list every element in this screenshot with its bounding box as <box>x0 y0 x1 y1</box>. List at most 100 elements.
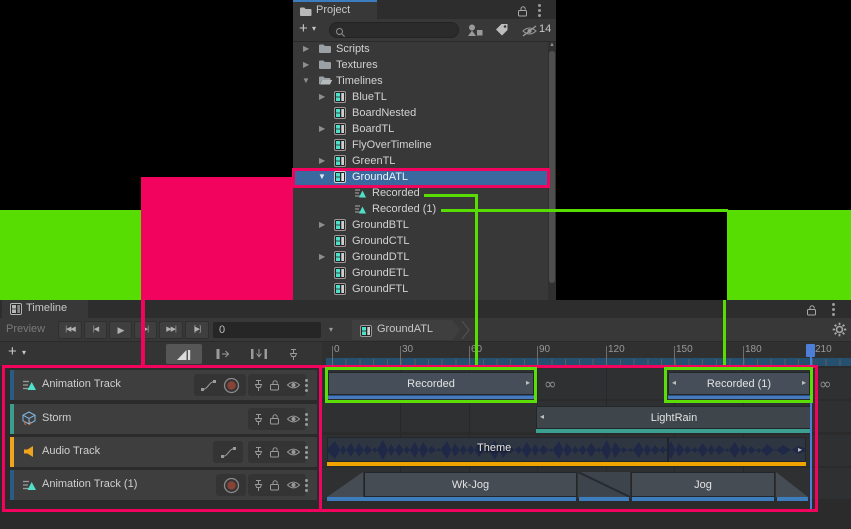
ruler-label-90: 90 <box>539 344 550 355</box>
scrollbar-thumb[interactable] <box>549 51 555 283</box>
ruler-major-tick <box>400 346 401 365</box>
frame-number-field[interactable]: 0 <box>213 322 321 338</box>
tree-item-label: BoardNested <box>352 105 416 121</box>
ripple-mode-button[interactable] <box>208 344 238 364</box>
add-track-button[interactable]: + <box>8 343 17 360</box>
gear-icon[interactable] <box>832 322 847 342</box>
kebab-menu-icon[interactable] <box>832 303 835 306</box>
hidden-count-eye-icon[interactable] <box>521 24 538 42</box>
tree-item-groundftl[interactable]: GroundFTL <box>293 281 548 297</box>
tree-item-label: FlyOverTimeline <box>352 137 432 153</box>
tree-item-label: Recorded (1) <box>372 201 436 217</box>
hidden-count-value: 14 <box>539 23 551 35</box>
ruler-major-tick <box>332 346 333 365</box>
tree-item-label: Textures <box>336 57 378 73</box>
next-frame-button[interactable]: ▶| <box>134 321 157 339</box>
chevron-right-icon[interactable]: ▶ <box>303 57 309 73</box>
tree-item-bluetl[interactable]: ▶ BlueTL <box>293 89 548 105</box>
timeline-asset-icon <box>360 324 372 342</box>
play-range-button[interactable]: [▶] <box>185 321 209 339</box>
timeline-asset-icon <box>334 283 346 300</box>
skip-to-start-button[interactable]: |◀◀ <box>58 321 82 339</box>
ruler-major-tick <box>674 346 675 365</box>
skip-to-end-button[interactable]: ▶▶| <box>159 321 183 339</box>
green-highlight-block-right <box>727 210 851 300</box>
tree-item-flyovertimeline[interactable]: FlyOverTimeline <box>293 137 548 153</box>
ruler-major-tick <box>537 346 538 365</box>
replace-mode-icon <box>250 348 268 360</box>
pink-highlight-block <box>141 177 293 300</box>
preview-toggle[interactable]: Preview <box>6 323 45 335</box>
chevron-right-icon[interactable]: ▶ <box>319 217 325 233</box>
ruler-label-150: 150 <box>676 344 693 355</box>
tree-item-groundbtl[interactable]: ▶GroundBTL <box>293 217 548 233</box>
mix-mode-icon <box>176 348 192 361</box>
ripple-mode-icon <box>215 348 231 360</box>
folder-icon <box>299 6 312 20</box>
tree-item-boardtl[interactable]: ▶BoardTL <box>293 121 548 137</box>
tree-item-label: BlueTL <box>352 89 387 105</box>
ruler-label-120: 120 <box>608 344 625 355</box>
breadcrumb[interactable]: GroundATL <box>352 320 460 340</box>
screenshot-root: Project + ▾ 14 <box>0 0 851 529</box>
tree-item-groundctl[interactable]: GroundCTL <box>293 233 548 249</box>
annotation-line-recorded1-h <box>441 209 728 212</box>
tab-timeline[interactable]: Timeline <box>2 300 88 318</box>
annotation-box-clip-recorded1 <box>664 367 813 403</box>
ruler-major-tick <box>469 346 470 365</box>
tree-item-label: GreenTL <box>352 153 395 169</box>
add-asset-dropdown-icon[interactable]: ▾ <box>312 24 316 33</box>
tree-item-label: GroundFTL <box>352 281 408 297</box>
tree-item-scripts[interactable]: ▶ Scripts <box>293 41 548 57</box>
chevron-right-icon[interactable]: ▶ <box>303 41 309 57</box>
annotation-box-clip-recorded <box>325 367 537 403</box>
project-toolbar: + ▾ 14 <box>293 19 556 42</box>
annotation-box-groundatl <box>292 168 550 188</box>
search-by-label-icon[interactable] <box>495 23 509 41</box>
chevron-right-icon[interactable]: ▶ <box>319 153 325 169</box>
ruler-major-tick <box>743 346 744 365</box>
add-asset-button[interactable]: + <box>299 20 308 37</box>
chevron-right-icon[interactable]: ▶ <box>319 89 325 105</box>
tab-timeline-label: Timeline <box>26 302 67 314</box>
tree-item-label: Timelines <box>336 73 383 89</box>
tree-item-timelines[interactable]: ▼ Timelines <box>293 73 548 89</box>
ruler-label-210: 210 <box>815 344 832 355</box>
annotation-divider-pink-v <box>319 365 322 512</box>
tab-project[interactable]: Project <box>293 0 377 19</box>
tree-item-greentl[interactable]: ▶ GreenTL <box>293 153 548 169</box>
breadcrumb-label: GroundATL <box>377 323 433 335</box>
tab-project-label: Project <box>316 4 350 16</box>
add-track-dropdown-icon[interactable]: ▾ <box>22 348 26 357</box>
search-input[interactable] <box>329 22 459 38</box>
green-highlight-block-left <box>0 210 141 300</box>
timeline-icon <box>10 303 22 318</box>
tree-item-textures[interactable]: ▶ Textures <box>293 57 548 73</box>
playhead-marker[interactable] <box>806 344 815 357</box>
search-by-type-icon[interactable] <box>467 23 484 42</box>
mix-mode-button[interactable] <box>166 344 202 364</box>
marker-pin-button[interactable] <box>280 344 306 364</box>
play-button[interactable]: ▶ <box>109 321 132 339</box>
pin-icon <box>288 348 299 361</box>
scrollbar-up-icon[interactable]: ▲ <box>549 42 555 48</box>
project-tab-bar: Project <box>293 0 556 19</box>
ruler-major-tick <box>606 346 607 365</box>
annotation-line-recorded-v <box>475 194 478 370</box>
tree-item-label: GroundDTL <box>352 249 409 265</box>
frame-field-dropdown-icon[interactable]: ▾ <box>329 325 333 334</box>
ruler-label-0: 0 <box>334 344 340 355</box>
ruler-label-30: 30 <box>402 344 413 355</box>
annotation-line-recorded1-v <box>723 300 726 370</box>
tree-item-boardnested[interactable]: BoardNested <box>293 105 548 121</box>
tree-item-label: Scripts <box>336 41 370 57</box>
chevron-right-icon[interactable]: ▶ <box>319 249 325 265</box>
chevron-down-icon[interactable]: ▼ <box>302 73 310 89</box>
replace-mode-button[interactable] <box>244 344 274 364</box>
previous-frame-button[interactable]: |◀ <box>84 321 107 339</box>
tree-item-grounddtl[interactable]: ▶ GroundDTL <box>293 249 548 265</box>
annotation-line-recorded-h <box>424 194 478 197</box>
tree-item-groundetl[interactable]: GroundETL <box>293 265 548 281</box>
kebab-menu-icon[interactable] <box>538 4 541 7</box>
chevron-right-icon[interactable]: ▶ <box>319 121 325 137</box>
